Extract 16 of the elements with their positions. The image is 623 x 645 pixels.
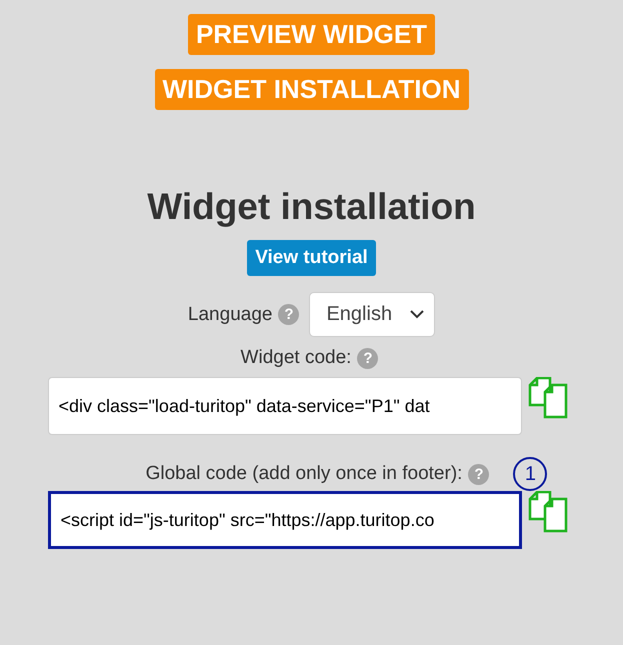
- help-icon[interactable]: ?: [468, 464, 490, 484]
- field-label: Language: [188, 304, 272, 326]
- tutorial-button[interactable]: View tutorial: [247, 240, 376, 276]
- field-label: Widget code:: [240, 347, 352, 369]
- code-field[interactable]: <script id="js-turitop" src="https://app.turitop.co: [48, 491, 522, 549]
- field-label: Global code (add only once in footer):: [146, 463, 462, 485]
- copy-icon[interactable]: [528, 491, 570, 533]
- help-icon[interactable]: ?: [278, 304, 300, 325]
- chevron-icon: [410, 310, 424, 319]
- code-field[interactable]: <div class="load-turitop" data-service="P1" dat: [48, 377, 522, 435]
- page-title: Widget installation: [147, 186, 476, 228]
- language-select[interactable]: English: [309, 292, 436, 337]
- copy-icon[interactable]: [528, 377, 570, 419]
- help-icon[interactable]: ?: [357, 348, 378, 368]
- nav-button[interactable]: PREVIEW WIDGET: [188, 14, 436, 55]
- nav-button[interactable]: WIDGET INSTALLATION: [154, 69, 468, 110]
